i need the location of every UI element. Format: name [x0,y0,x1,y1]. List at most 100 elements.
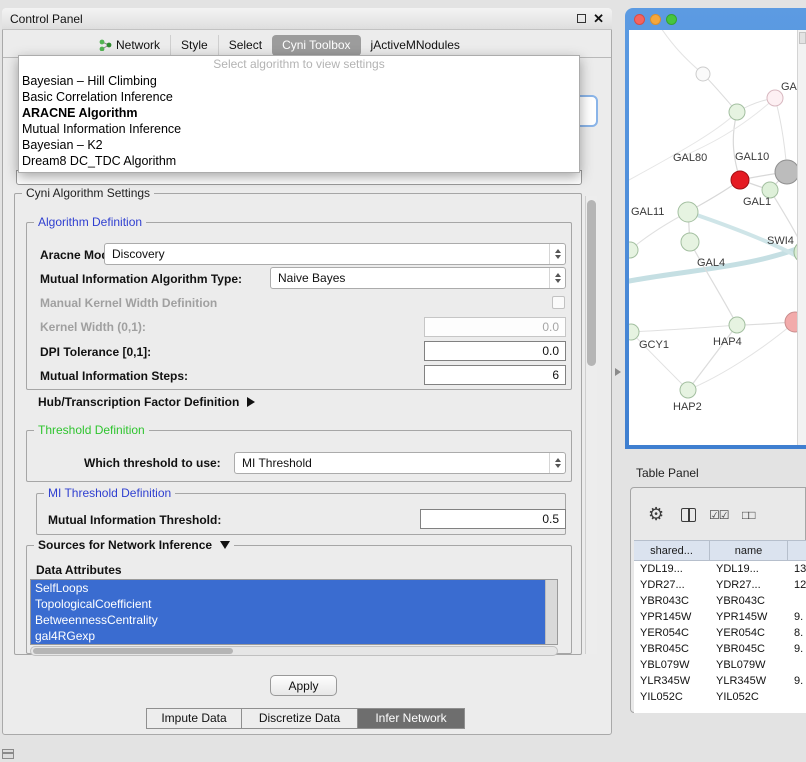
control-panel-titlebar[interactable]: Control Panel ✕ [2,8,612,30]
table-row[interactable]: YDL19...YDL19...13 [634,561,806,577]
network-node[interactable] [629,324,639,340]
node-label: GAL10 [735,151,769,163]
network-node[interactable] [681,233,699,251]
dropdown-item[interactable]: Basic Correlation Inference [19,89,579,105]
scroll-up-icon[interactable] [799,32,806,44]
network-tab-icon [99,39,112,51]
table-row[interactable]: YBR045CYBR045C9. [634,641,806,657]
network-edge[interactable] [690,242,737,325]
close-icon[interactable]: ✕ [593,11,604,27]
table-row[interactable]: YBL079WYBL079W [634,657,806,673]
tab-network[interactable]: Network [89,35,170,56]
table-row[interactable]: YER054CYER054C8. [634,625,806,641]
dropdown-item[interactable]: Bayesian – Hill Climbing [19,73,579,89]
network-edge[interactable] [679,98,775,158]
network-node[interactable] [729,104,745,120]
mi-type-select[interactable]: Naive Bayes [270,267,566,289]
network-node[interactable] [729,317,745,333]
network-node[interactable] [731,171,749,189]
combo-arrows-icon [549,268,565,288]
network-edge[interactable] [629,112,737,180]
node-label: SWI4 [767,235,794,247]
float-window-icon[interactable] [577,14,586,23]
hub-definition-expander[interactable]: Hub/Transcription Factor Definition [38,395,255,409]
settings-scrollbar[interactable] [585,196,597,654]
mi-steps-field[interactable]: 6 [424,365,566,385]
tab-discretize-data[interactable]: Discretize Data [241,708,358,729]
kernel-width-field[interactable]: 0.0 [424,317,566,337]
dpi-tolerance-field[interactable]: 0.0 [424,341,566,361]
node-label: GCY1 [639,339,669,351]
network-scrollbar[interactable] [797,30,806,445]
network-node[interactable] [696,67,710,81]
network-edge[interactable] [631,325,737,332]
tab-network-label: Network [116,35,160,56]
which-threshold-select[interactable]: MI Threshold [234,452,566,474]
which-threshold-label: Which threshold to use: [84,456,221,470]
tab-select[interactable]: Select [218,35,272,56]
dropdown-item[interactable]: Mutual Information Inference [19,121,579,137]
dropdown-item-selected[interactable]: ARACNE Algorithm [19,105,579,121]
attribute-item-selected[interactable]: BetweennessCentrality [31,612,545,628]
table-row[interactable]: YBR043CYBR043C [634,593,806,609]
node-label: HAP2 [673,401,702,413]
select-all-columns-icon[interactable]: ☑☑ [709,508,729,522]
node-label: GAL80 [673,152,707,164]
attribute-item-selected[interactable]: SelfLoops [31,580,545,596]
list-horizontal-scrollbar[interactable] [30,646,558,656]
column-header-extra[interactable] [788,541,806,560]
network-node[interactable] [775,160,799,184]
attribute-item-selected[interactable]: TopologicalCoefficient [31,596,545,612]
settings-scrollbar-thumb[interactable] [587,200,596,366]
column-header-name[interactable]: name [710,541,788,560]
sources-label: Sources for Network Inference [38,538,212,552]
mi-threshold-field[interactable]: 0.5 [420,509,566,529]
mi-threshold-title: MI Threshold Definition [44,486,175,500]
algorithm-dropdown-popup: Select algorithm to view settings Bayesi… [18,55,580,173]
collapsed-panel-icon[interactable] [2,749,14,759]
window-zoom-icon[interactable] [666,14,677,25]
control-panel-title: Control Panel [10,12,83,26]
table-row[interactable]: YPR145WYPR145W9. [634,609,806,625]
column-header-shared[interactable]: shared... [634,541,710,560]
network-graph[interactable]: GAL80GAL10GAL11GAL1SWI4GAL4GCY1HAP4HAP2G… [629,30,806,445]
aracne-mode-select[interactable]: Discovery [104,243,566,265]
attribute-item-selected[interactable]: gal4RGexp [31,628,545,644]
threshold-definition-title: Threshold Definition [34,423,149,437]
settings-group-title: Cyni Algorithm Settings [22,186,154,200]
algorithm-definition-title: Algorithm Definition [34,215,146,229]
mi-type-value: Naive Bayes [271,268,549,288]
table-row[interactable]: YLR345WYLR345W9. [634,673,806,689]
mi-threshold-label: Mutual Information Threshold: [48,513,221,527]
network-canvas[interactable]: GAL80GAL10GAL11GAL1SWI4GAL4GCY1HAP4HAP2G… [629,30,806,445]
table-row[interactable]: YIL052CYIL052C [634,689,806,705]
gear-icon[interactable]: ⚙ [648,504,664,525]
tab-impute-data[interactable]: Impute Data [146,708,242,729]
node-label: GAL11 [631,206,664,218]
tab-style[interactable]: Style [170,35,218,56]
splitter-handle[interactable] [615,368,621,376]
table-body: YDL19...YDL19...13 YDR27...YDR27...12 YB… [634,561,806,713]
list-vertical-scrollbar[interactable] [545,580,557,644]
network-edge[interactable] [659,30,703,74]
dropdown-item[interactable]: Dream8 DC_TDC Algorithm [19,153,579,169]
manual-kernel-checkbox[interactable] [552,296,565,309]
network-edge[interactable] [688,325,737,390]
tab-cyni-toolbox[interactable]: Cyni Toolbox [272,35,360,56]
window-minimize-icon[interactable] [650,14,661,25]
network-edge[interactable] [733,112,740,180]
window-close-icon[interactable] [634,14,645,25]
network-node[interactable] [680,382,696,398]
tab-jactivemnodules[interactable]: jActiveMNodules [361,35,470,56]
apply-button[interactable]: Apply [270,675,337,696]
deselect-all-columns-icon[interactable]: □□ [742,508,755,522]
which-threshold-value: MI Threshold [235,453,549,473]
columns-icon[interactable] [681,508,696,522]
network-node[interactable] [678,202,698,222]
node-label: HAP4 [713,336,742,348]
sources-expander[interactable]: Sources for Network Inference [34,538,234,552]
table-row[interactable]: YDR27...YDR27...12 [634,577,806,593]
dropdown-item[interactable]: Bayesian – K2 [19,137,579,153]
tab-infer-network[interactable]: Infer Network [357,708,465,729]
combo-arrows-icon [549,244,565,264]
